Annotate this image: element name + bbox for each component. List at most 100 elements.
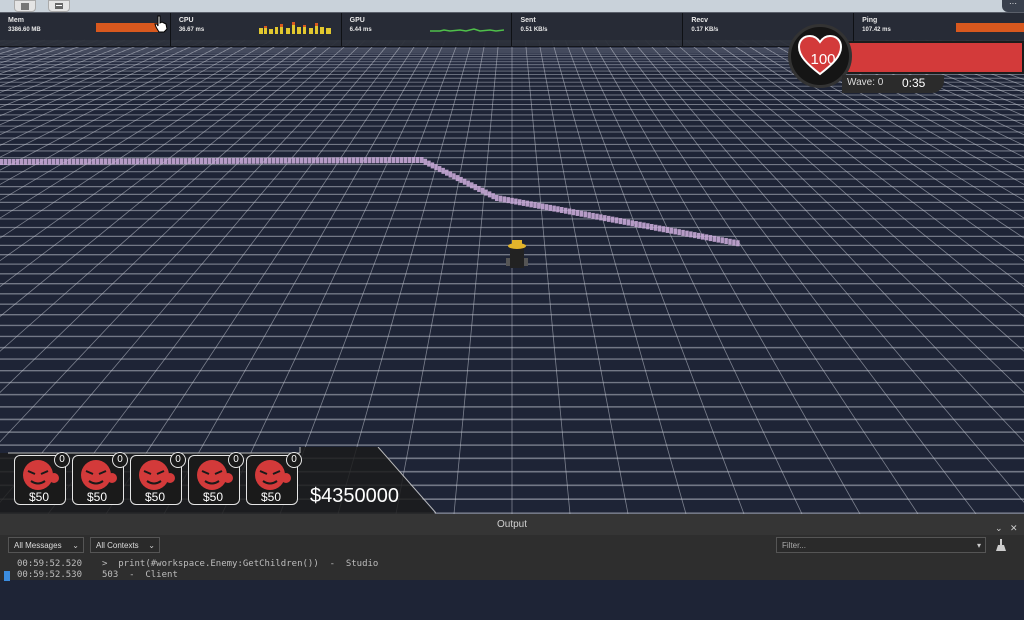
enemy-unit bbox=[587, 212, 591, 218]
enemy-unit bbox=[670, 228, 674, 234]
enemy-unit bbox=[56, 159, 60, 165]
enemy-unit bbox=[503, 196, 507, 202]
stat-mem[interactable]: Mem 3386.60 MB bbox=[0, 13, 171, 46]
log-message: 503 - Client bbox=[102, 570, 178, 580]
enemy-unit bbox=[459, 177, 463, 183]
enemy-unit bbox=[344, 157, 348, 163]
tower-slot[interactable]: 0 $50 bbox=[72, 455, 124, 505]
enemy-unit bbox=[88, 159, 92, 165]
enemy-unit bbox=[208, 158, 212, 164]
filter-input[interactable]: Filter... ▾ bbox=[776, 537, 986, 553]
enemy-unit bbox=[549, 205, 553, 211]
cpu-graph bbox=[259, 19, 333, 34]
enemy-unit bbox=[112, 158, 116, 164]
enemy-unit bbox=[124, 158, 128, 164]
enemy-unit bbox=[654, 225, 658, 231]
player-body bbox=[510, 248, 524, 268]
enemy-unit bbox=[576, 210, 580, 216]
log-time: 00:59:52.530 bbox=[17, 570, 82, 580]
enemy-unit bbox=[244, 158, 248, 164]
enemy-unit bbox=[693, 232, 697, 238]
enemy-unit bbox=[552, 206, 556, 212]
enemy-unit bbox=[526, 201, 530, 207]
enemy-unit bbox=[184, 158, 188, 164]
enemy-unit bbox=[477, 186, 481, 192]
tower-slot[interactable]: 0 $50 bbox=[130, 455, 182, 505]
enemy-unit bbox=[260, 158, 264, 164]
enemy-unit bbox=[709, 235, 713, 241]
enemy-unit bbox=[677, 229, 681, 235]
enemy-unit bbox=[404, 157, 408, 163]
enemy-unit bbox=[232, 158, 236, 164]
enemy-unit bbox=[595, 214, 599, 220]
game-viewport[interactable]: ··· Mem 3386.60 MB CPU 36.67 ms bbox=[0, 0, 1024, 514]
enemy-unit bbox=[638, 222, 642, 228]
enemy-unit bbox=[368, 157, 372, 163]
enemy-unit bbox=[292, 158, 296, 164]
enemy-unit bbox=[685, 231, 689, 237]
enemy-unit bbox=[380, 157, 384, 163]
enemy-unit bbox=[529, 201, 533, 207]
enemy-unit bbox=[607, 216, 611, 222]
enemy-unit bbox=[84, 159, 88, 165]
enemy-unit bbox=[308, 158, 312, 164]
enemy-unit bbox=[32, 159, 36, 165]
contexts-filter-dropdown[interactable]: All Contexts ⌄ bbox=[90, 537, 160, 553]
stat-sent[interactable]: Sent 0.51 KB/s bbox=[512, 13, 683, 46]
enemy-unit bbox=[705, 234, 709, 240]
enemy-unit bbox=[148, 158, 152, 164]
enemy-unit bbox=[522, 200, 526, 206]
stat-cpu[interactable]: CPU 36.67 ms bbox=[171, 13, 342, 46]
enemy-unit bbox=[48, 159, 52, 165]
wave-label: Wave: 0 bbox=[847, 77, 883, 88]
enemy-unit bbox=[452, 173, 456, 179]
enemy-unit bbox=[713, 236, 717, 242]
enemy-unit bbox=[400, 157, 404, 163]
enemy-unit bbox=[650, 224, 654, 230]
enemy-unit bbox=[120, 158, 124, 164]
enemy-unit bbox=[537, 203, 541, 209]
enemy-unit bbox=[176, 158, 180, 164]
enemy-unit bbox=[136, 158, 140, 164]
stat-gpu[interactable]: GPU 6.44 ms bbox=[342, 13, 513, 46]
enemy-unit bbox=[140, 158, 144, 164]
enemy-unit bbox=[412, 157, 416, 163]
tower-price: $50 bbox=[87, 490, 107, 504]
messages-filter-value: All Messages bbox=[14, 541, 62, 550]
tower-hotbar: 0 $50 0 $50 0 $50 0 $50 0 $50 $4350000 bbox=[0, 447, 436, 514]
enemy-unit bbox=[320, 157, 324, 163]
more-options-button[interactable]: ··· bbox=[1002, 0, 1024, 12]
enemy-unit bbox=[506, 197, 510, 203]
enemy-unit bbox=[296, 158, 300, 164]
enemy-unit bbox=[427, 161, 431, 167]
enemy-unit bbox=[615, 217, 619, 223]
roblox-menu-button[interactable] bbox=[14, 0, 36, 12]
tower-slot[interactable]: 0 $50 bbox=[14, 455, 66, 505]
enemy-unit bbox=[348, 157, 352, 163]
enemy-unit bbox=[304, 158, 308, 164]
enemy-unit bbox=[623, 219, 627, 225]
enemy-unit bbox=[196, 158, 200, 164]
chat-button[interactable] bbox=[48, 0, 70, 12]
tower-slot[interactable]: 0 $50 bbox=[246, 455, 298, 505]
messages-filter-dropdown[interactable]: All Messages ⌄ bbox=[8, 537, 84, 553]
enemy-unit bbox=[204, 158, 208, 164]
chevron-down-icon: ⌄ bbox=[72, 538, 79, 554]
enemy-unit bbox=[328, 157, 332, 163]
enemy-unit bbox=[116, 158, 120, 164]
enemy-unit bbox=[268, 158, 272, 164]
enemy-unit bbox=[60, 159, 64, 165]
enemy-unit bbox=[634, 221, 638, 227]
enemy-unit bbox=[180, 158, 184, 164]
enemy-unit bbox=[642, 223, 646, 229]
enemy-unit bbox=[160, 158, 164, 164]
enemy-unit bbox=[156, 158, 160, 164]
output-title-text: Output bbox=[497, 519, 527, 530]
gpu-graph bbox=[430, 25, 504, 33]
clear-output-icon[interactable] bbox=[994, 538, 1008, 552]
enemy-unit bbox=[276, 158, 280, 164]
tower-slot[interactable]: 0 $50 bbox=[188, 455, 240, 505]
log-time: 00:59:52.520 bbox=[17, 559, 82, 569]
enemy-unit bbox=[76, 159, 80, 165]
enemy-unit bbox=[689, 231, 693, 237]
